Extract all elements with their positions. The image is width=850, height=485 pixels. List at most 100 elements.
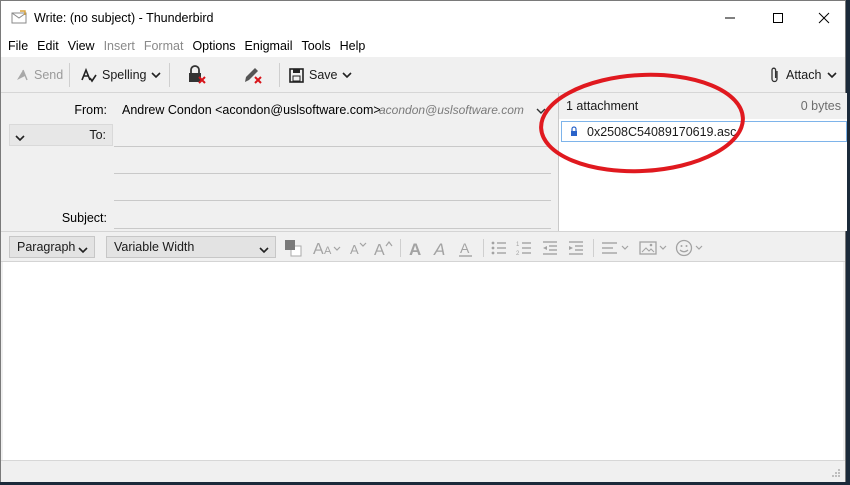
chevron-down-icon [827, 72, 837, 79]
spelling-check-icon [81, 67, 97, 83]
text-color-button[interactable] [284, 238, 302, 258]
sign-button[interactable] [242, 63, 264, 87]
subject-label: Subject: [61, 211, 107, 225]
recipient-type-select[interactable]: To: [9, 124, 113, 146]
resize-grip-icon[interactable] [831, 468, 841, 478]
underline-button[interactable]: A [458, 238, 474, 258]
attachment-total-size: 0 bytes [800, 99, 841, 113]
encrypt-button[interactable] [186, 63, 208, 87]
bold-icon: A [409, 240, 421, 257]
svg-text:A: A [324, 245, 332, 257]
spelling-button[interactable]: Spelling [81, 63, 146, 87]
menu-enigmail[interactable]: Enigmail [245, 39, 293, 53]
bulleted-list-button[interactable] [491, 238, 507, 258]
bold-button[interactable]: A [408, 238, 424, 258]
send-button[interactable]: Send [15, 63, 63, 87]
smaller-text-button[interactable]: A [349, 238, 367, 258]
menu-insert[interactable]: Insert [104, 39, 135, 53]
attachment-count: 1 attachment [566, 99, 639, 113]
indent-button[interactable] [568, 238, 584, 258]
menu-view[interactable]: View [68, 39, 95, 53]
paragraph-format-select[interactable]: Paragraph [9, 236, 95, 258]
pen-red-x-icon [245, 68, 262, 84]
bulleted-list-icon [491, 241, 506, 255]
compose-window: Write: (no subject) - Thunderbird File E… [0, 0, 847, 482]
minimize-button[interactable] [707, 1, 753, 35]
chevron-down-icon [342, 72, 352, 79]
attachment-pane: 1 attachment 0 bytes 0x2508C54089170619.… [558, 93, 847, 231]
toolbar-separator [169, 63, 170, 87]
menu-options[interactable]: Options [192, 39, 235, 53]
spelling-dropdown[interactable] [150, 63, 162, 87]
decrease-font-icon: A [350, 242, 367, 257]
increase-font-icon: A [374, 241, 393, 257]
send-icon [17, 69, 28, 81]
attach-button[interactable]: Attach [769, 63, 821, 87]
toolbar-separator [69, 63, 70, 87]
align-left-icon [602, 242, 629, 254]
menu-format[interactable]: Format [144, 39, 184, 53]
save-disk-icon [289, 67, 304, 83]
underline-icon: A [459, 240, 472, 257]
address-header: From: Andrew Condon <acondon@uslsoftware… [1, 93, 557, 231]
paperclip-icon [771, 67, 778, 83]
svg-text:2: 2 [516, 251, 520, 256]
numbered-list-button[interactable]: 12 [516, 238, 532, 258]
chevron-down-icon [259, 247, 269, 254]
italic-icon: A [433, 240, 445, 257]
attachment-header[interactable]: 1 attachment 0 bytes [559, 93, 847, 119]
attach-dropdown[interactable] [826, 63, 838, 87]
outdent-button[interactable] [542, 238, 558, 258]
message-body-editor[interactable] [3, 262, 843, 460]
menu-help[interactable]: Help [340, 39, 366, 53]
insert-smiley-button[interactable] [675, 238, 705, 258]
address-row-3[interactable] [114, 178, 551, 201]
format-separator [400, 239, 401, 257]
from-select[interactable]: Andrew Condon <acondon@uslsoftware.com> [122, 103, 381, 117]
chevron-down-icon [151, 72, 161, 79]
address-row-2[interactable] [114, 151, 551, 174]
chevron-down-icon [15, 135, 25, 142]
attachment-name: 0x2508C54089170619.asc [587, 124, 737, 139]
menu-file[interactable]: File [8, 39, 28, 53]
svg-text:A: A [460, 240, 470, 256]
window-title: Write: (no subject) - Thunderbird [34, 11, 214, 25]
maximize-button[interactable] [755, 1, 801, 35]
svg-text:A: A [374, 242, 385, 257]
font-select[interactable]: Variable Width [106, 236, 276, 258]
lock-red-x-icon [189, 65, 206, 84]
font-size-icon: AA [313, 241, 341, 257]
toolbar-separator [279, 63, 280, 87]
close-button[interactable] [801, 1, 847, 35]
key-file-icon [571, 126, 577, 136]
smiley-icon [675, 239, 703, 257]
larger-text-button[interactable]: A [374, 238, 394, 258]
close-icon [818, 12, 830, 24]
send-label: Send [34, 68, 64, 82]
from-identity: acondon@uslsoftware.com [379, 103, 524, 117]
alignment-button[interactable] [601, 238, 631, 258]
numbered-list-icon: 12 [516, 242, 531, 256]
from-dropdown-button[interactable] [536, 105, 546, 119]
to-address-input[interactable] [114, 124, 551, 147]
color-picker-icon [285, 240, 302, 257]
compose-toolbar: Send Spelling Save Attach [1, 57, 845, 93]
insert-image-button[interactable] [639, 238, 669, 258]
svg-text:A: A [409, 240, 421, 257]
attachment-item[interactable]: 0x2508C54089170619.asc [561, 121, 847, 142]
menu-edit[interactable]: Edit [37, 39, 59, 53]
to-label: To: [89, 128, 106, 142]
paragraph-format-value: Paragraph [17, 240, 76, 254]
font-size-button[interactable]: AA [313, 238, 341, 258]
from-label: From: [74, 103, 107, 117]
save-button[interactable]: Save [289, 63, 338, 87]
menu-tools[interactable]: Tools [301, 39, 330, 53]
svg-text:A: A [433, 240, 445, 257]
subject-input[interactable] [114, 205, 551, 229]
chevron-down-icon [536, 108, 546, 114]
font-value: Variable Width [114, 240, 195, 254]
compose-envelope-icon [11, 10, 27, 24]
save-dropdown[interactable] [341, 63, 353, 87]
format-toolbar: Paragraph Variable Width AA A A A A A 1 … [1, 231, 845, 262]
italic-button[interactable]: A [433, 238, 449, 258]
